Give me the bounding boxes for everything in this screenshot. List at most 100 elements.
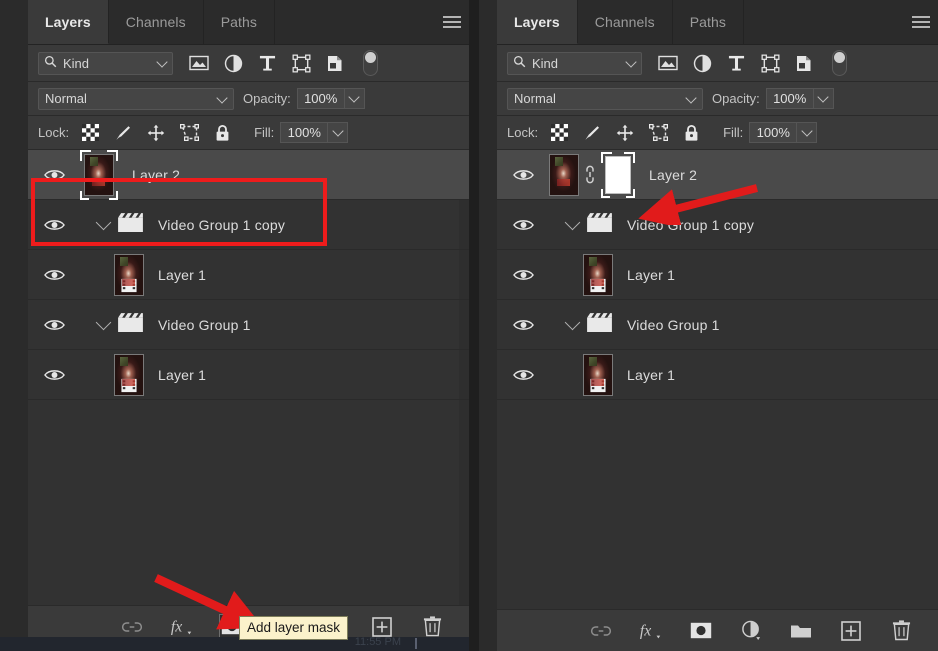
add-layer-style-fx-icon[interactable]: fx bbox=[639, 619, 663, 643]
hamburger-menu-icon[interactable] bbox=[435, 0, 469, 44]
lock-all-icon[interactable] bbox=[681, 123, 701, 143]
tab-channels[interactable]: Channels bbox=[577, 0, 673, 44]
type-layer-filter-icon[interactable] bbox=[255, 51, 279, 75]
filter-kind-select[interactable]: Kind bbox=[507, 51, 642, 75]
layer-row[interactable]: Video Group 1 copy bbox=[497, 200, 938, 250]
type-layer-filter-icon[interactable] bbox=[724, 51, 748, 75]
opacity-stepper[interactable] bbox=[344, 88, 365, 109]
layer-row[interactable]: Layer 1 bbox=[497, 350, 938, 400]
layer-thumbnail-cell[interactable] bbox=[549, 151, 635, 198]
tab-channels[interactable]: Channels bbox=[108, 0, 204, 44]
layer-visibility-toggle[interactable] bbox=[497, 268, 549, 282]
layer-thumbnail-selection-bracket bbox=[80, 150, 118, 200]
layer-visibility-toggle[interactable] bbox=[28, 218, 80, 232]
video-group-icon bbox=[117, 312, 144, 338]
layer-visibility-toggle[interactable] bbox=[28, 318, 80, 332]
chevron-down-icon[interactable] bbox=[95, 214, 112, 231]
layer-visibility-toggle[interactable] bbox=[28, 168, 80, 182]
layer-visibility-toggle[interactable] bbox=[497, 168, 549, 182]
pixel-layer-filter-icon[interactable] bbox=[187, 51, 211, 75]
layer-visibility-toggle[interactable] bbox=[497, 218, 549, 232]
layer-thumbnail-cell[interactable] bbox=[114, 253, 144, 296]
tab-layers[interactable]: Layers bbox=[28, 0, 109, 44]
lock-artboard-nesting-icon[interactable] bbox=[179, 123, 199, 143]
layer-thumbnail-cell[interactable] bbox=[80, 150, 118, 200]
adjustment-layer-filter-icon[interactable] bbox=[690, 51, 714, 75]
lock-all-icon[interactable] bbox=[212, 123, 232, 143]
lock-artboard-nesting-icon[interactable] bbox=[648, 123, 668, 143]
fill-input[interactable]: 100% bbox=[749, 122, 798, 143]
mask-link-icon[interactable] bbox=[583, 165, 597, 184]
opacity-input[interactable]: 100% bbox=[296, 88, 345, 109]
layer-thumbnail-cell[interactable] bbox=[583, 353, 613, 396]
tab-paths[interactable]: Paths bbox=[203, 0, 276, 44]
layer-thumbnail bbox=[84, 153, 114, 196]
layer-row[interactable]: Layer 1 bbox=[28, 250, 469, 300]
filter-enable-toggle[interactable] bbox=[363, 50, 378, 76]
new-layer-icon[interactable] bbox=[370, 615, 394, 639]
fill-label: Fill: bbox=[723, 125, 744, 140]
layer-row[interactable]: Layer 2 bbox=[497, 150, 938, 200]
smart-object-filter-icon[interactable] bbox=[792, 51, 816, 75]
layer-row[interactable]: Layer 1 bbox=[28, 350, 469, 400]
layer-row[interactable]: Layer 1 bbox=[497, 250, 938, 300]
panel-tabbar: Layers Channels Paths bbox=[28, 0, 469, 45]
group-row-content[interactable] bbox=[564, 212, 613, 238]
new-group-icon[interactable] bbox=[789, 619, 813, 643]
add-layer-style-fx-icon[interactable]: fx bbox=[170, 615, 194, 639]
shape-layer-filter-icon[interactable] bbox=[758, 51, 782, 75]
fill-input[interactable]: 100% bbox=[280, 122, 329, 143]
layer-row[interactable]: Video Group 1 copy bbox=[28, 200, 469, 250]
pixel-layer-filter-icon[interactable] bbox=[656, 51, 680, 75]
lock-image-pixels-icon[interactable] bbox=[113, 123, 133, 143]
lock-image-pixels-icon[interactable] bbox=[582, 123, 602, 143]
tab-layers[interactable]: Layers bbox=[497, 0, 578, 44]
lock-position-icon[interactable] bbox=[615, 123, 635, 143]
fill-stepper[interactable] bbox=[797, 122, 818, 143]
filter-enable-toggle[interactable] bbox=[832, 50, 847, 76]
chevron-down-icon[interactable] bbox=[564, 314, 581, 331]
delete-layer-icon[interactable] bbox=[889, 619, 913, 643]
chevron-down-icon bbox=[817, 90, 829, 103]
layer-visibility-toggle[interactable] bbox=[28, 368, 80, 382]
layer-visibility-toggle[interactable] bbox=[497, 318, 549, 332]
blend-mode-select[interactable]: Normal bbox=[38, 87, 234, 110]
shape-layer-filter-icon[interactable] bbox=[289, 51, 313, 75]
hamburger-menu-icon[interactable] bbox=[904, 0, 938, 44]
adjustment-layer-filter-icon[interactable] bbox=[221, 51, 245, 75]
new-layer-icon[interactable] bbox=[839, 619, 863, 643]
link-layers-icon[interactable] bbox=[120, 615, 144, 639]
layer-thumbnail-cell[interactable] bbox=[583, 253, 613, 296]
new-fill-adjustment-layer-icon[interactable] bbox=[739, 619, 763, 643]
filter-kind-select[interactable]: Kind bbox=[38, 51, 173, 75]
opacity-input[interactable]: 100% bbox=[765, 88, 814, 109]
layer-list-right[interactable]: Layer 2 Video Group 1 copy Layer 1 Video… bbox=[497, 149, 938, 609]
layer-row[interactable]: Video Group 1 bbox=[28, 300, 469, 350]
fill-stepper[interactable] bbox=[328, 122, 349, 143]
chevron-down-icon[interactable] bbox=[564, 214, 581, 231]
layer-name: Video Group 1 copy bbox=[627, 216, 755, 233]
layer-mask-selection-bracket bbox=[601, 151, 635, 198]
lock-transparent-pixels-icon[interactable] bbox=[549, 123, 569, 143]
layer-row[interactable]: Layer 2 bbox=[28, 150, 469, 200]
layer-row[interactable]: Video Group 1 bbox=[497, 300, 938, 350]
chevron-down-icon bbox=[156, 56, 168, 68]
blend-mode-select[interactable]: Normal bbox=[507, 87, 703, 110]
add-layer-mask-icon[interactable] bbox=[689, 619, 713, 643]
chevron-down-icon[interactable] bbox=[95, 314, 112, 331]
group-row-content[interactable] bbox=[564, 312, 613, 338]
video-layer-badge-icon bbox=[590, 377, 607, 394]
delete-layer-icon[interactable] bbox=[420, 615, 444, 639]
link-layers-icon[interactable] bbox=[589, 619, 613, 643]
opacity-stepper[interactable] bbox=[813, 88, 834, 109]
smart-object-filter-icon[interactable] bbox=[323, 51, 347, 75]
layer-thumbnail-cell[interactable] bbox=[114, 353, 144, 396]
group-row-content[interactable] bbox=[95, 212, 144, 238]
group-row-content[interactable] bbox=[95, 312, 144, 338]
lock-position-icon[interactable] bbox=[146, 123, 166, 143]
lock-transparent-pixels-icon[interactable] bbox=[80, 123, 100, 143]
layer-list-left[interactable]: Layer 2 Video Group 1 copy Layer 1 Video… bbox=[28, 149, 469, 605]
layer-visibility-toggle[interactable] bbox=[497, 368, 549, 382]
layer-visibility-toggle[interactable] bbox=[28, 268, 80, 282]
tab-paths[interactable]: Paths bbox=[672, 0, 745, 44]
